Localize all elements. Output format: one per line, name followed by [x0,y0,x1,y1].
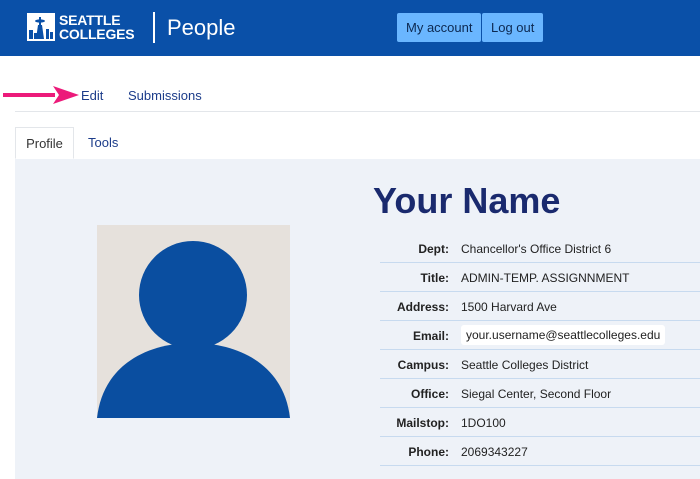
detail-value: 1500 Harvard Ave [461,300,557,314]
top-header: SEATTLE COLLEGES People My account Log o… [0,0,700,56]
detail-row-office: Office: Siegal Center, Second Floor [380,379,700,408]
secondary-tabs: Profile Tools [15,127,700,160]
person-placeholder-icon [97,241,290,418]
logo-line-2: COLLEGES [59,26,135,42]
tab-submissions[interactable]: Submissions [128,88,202,103]
detail-label: Office: [410,387,449,401]
detail-row-phone: Phone: 2069343227 [380,437,700,466]
right-arrow-icon [3,86,79,104]
header-divider [153,12,155,43]
seattle-colleges-logo[interactable]: SEATTLE COLLEGES [27,13,139,43]
profile-details: Dept: Chancellor's Office District 6 Tit… [380,234,700,466]
tab-profile[interactable]: Profile [15,127,74,159]
primary-tabs: Edit Submissions [15,78,700,112]
detail-label: Address: [396,300,449,314]
profile-name: Your Name [373,180,561,221]
detail-label: Title: [420,271,449,285]
detail-value: Siegal Center, Second Floor [461,387,612,401]
logo-line-1: SEATTLE [59,12,121,28]
app-title: People [167,15,236,40]
detail-value: Chancellor's Office District 6 [461,242,612,256]
tab-edit[interactable]: Edit [81,88,103,103]
detail-value: 1DO100 [461,416,506,430]
detail-label: Phone: [408,445,449,459]
space-needle-logo-icon [27,13,55,41]
profile-photo [97,225,290,418]
detail-row-mailstop: Mailstop: 1DO100 [380,408,700,437]
detail-row-email: Email: your.username@seattlecolleges.edu [380,321,700,350]
detail-value: ADMIN-TEMP. ASSIGNNMENT [461,271,630,285]
detail-label: Dept: [418,242,449,256]
profile-panel: Your Name Dept: Chancellor's Office Dist… [15,159,700,479]
detail-value: 2069343227 [461,445,528,459]
detail-row-dept: Dept: Chancellor's Office District 6 [380,234,700,263]
detail-value: Seattle Colleges District [461,358,589,372]
logo-wordmark: SEATTLE COLLEGES [59,12,135,42]
email-link[interactable]: your.username@seattlecolleges.edu [461,325,666,345]
detail-row-address: Address: 1500 Harvard Ave [380,292,700,321]
my-account-button[interactable]: My account [397,13,482,42]
detail-row-campus: Campus: Seattle Colleges District [380,350,700,379]
detail-row-title: Title: ADMIN-TEMP. ASSIGNNMENT [380,263,700,292]
tab-tools[interactable]: Tools [88,127,118,159]
logout-button[interactable]: Log out [482,13,544,42]
detail-label: Mailstop: [396,416,449,430]
detail-label: Campus: [397,358,449,372]
detail-label: Email: [412,329,449,343]
